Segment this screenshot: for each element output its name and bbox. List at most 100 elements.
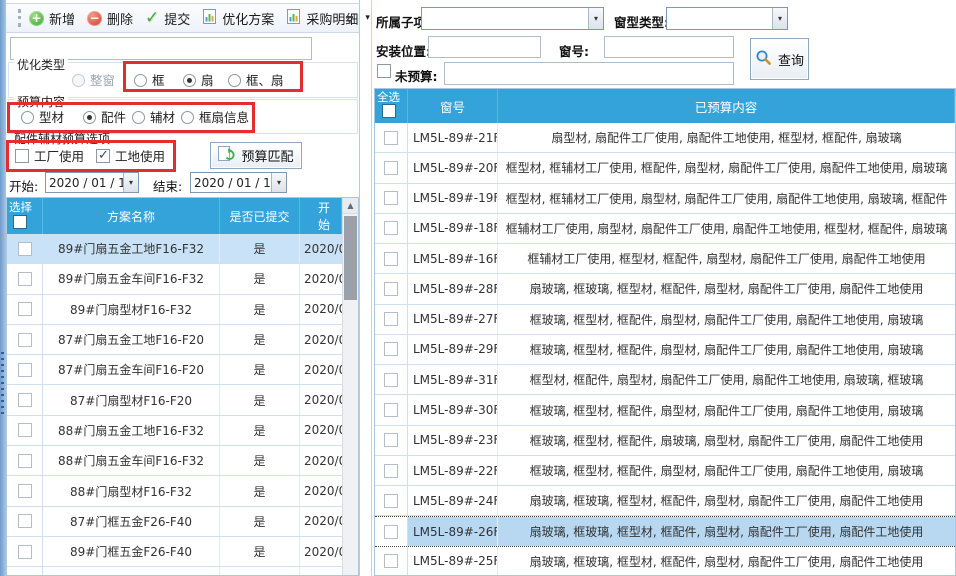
row-checkbox[interactable] (18, 393, 32, 407)
radio-sash[interactable] (183, 74, 196, 87)
row-checkbox[interactable] (384, 433, 398, 447)
budget-match-button[interactable]: 预算匹配 (210, 142, 302, 169)
row-checkbox[interactable] (18, 454, 32, 468)
row-checkbox[interactable] (384, 221, 398, 235)
plan-table-row[interactable]: 89#门框五金F26-F40是2020/0 (7, 537, 342, 567)
window-table-row[interactable]: LM5L-89#-27F25框玻璃, 框型材, 框配件, 扇型材, 扇配件工厂使… (375, 305, 955, 335)
row-checkbox[interactable] (384, 525, 398, 539)
no-budget-input[interactable] (444, 62, 734, 85)
optimize-plan-button[interactable]: 优化方案 (202, 9, 274, 28)
window-no-column-header[interactable]: 窗号 (408, 89, 498, 123)
row-checkbox[interactable] (384, 312, 398, 326)
sub-item-input[interactable] (422, 8, 588, 29)
radio-whole-window[interactable] (72, 74, 85, 87)
row-checkbox[interactable] (384, 494, 398, 508)
plan-table-row[interactable]: 88#门扇型材F16-F32是2020/0 (7, 476, 342, 506)
select-all-checkbox[interactable] (13, 215, 27, 229)
window-table-row[interactable]: LM5L-89#-30F28框玻璃, 框型材, 框配件, 扇型材, 扇配件工厂使… (375, 395, 955, 425)
row-checkbox[interactable] (18, 545, 32, 559)
plan-table-row[interactable]: 89#门扇五金工地F16-F32是2020/0 (7, 234, 342, 264)
row-checkbox[interactable] (384, 282, 398, 296)
radio-profile[interactable] (21, 111, 34, 124)
scrollbar-thumb[interactable] (344, 216, 357, 300)
window-table-row[interactable]: LM5L-89#-20F18框型材, 框辅材工厂使用, 框配件, 扇型材, 扇配… (375, 153, 955, 183)
window-table-row[interactable]: LM5L-89#-22F20框玻璃, 框型材, 框配件, 扇型材, 扇配件工厂使… (375, 456, 955, 486)
plan-table-row[interactable]: 87#门扇五金车间F16-F20是2020/0 (7, 355, 342, 385)
purchase-detail-button[interactable]: 采购明细 ▾ (286, 9, 370, 28)
window-table-row[interactable]: LM5L-89#-21F19扇型材, 扇配件工厂使用, 扇配件工地使用, 框型材… (375, 123, 955, 153)
chevron-down-icon[interactable]: ▾ (123, 173, 138, 192)
window-table-row[interactable]: LM5L-89#-24F22扇玻璃, 框玻璃, 框型材, 框配件, 扇型材, 扇… (375, 486, 955, 516)
scroll-up-icon[interactable]: ▲ (343, 198, 358, 214)
row-checkbox[interactable] (18, 302, 32, 316)
plan-table-row[interactable]: 88#门扇五金工地F16-F32是2020/0 (7, 416, 342, 446)
plan-table-row[interactable]: 88#门框五金F21-F40是2020/0 (7, 567, 342, 576)
site-use-checkbox[interactable] (96, 149, 110, 163)
window-table-row[interactable]: LM5L-89#-25F23扇玻璃, 框玻璃, 框型材, 框配件, 扇型材, 扇… (375, 547, 955, 576)
row-checkbox[interactable] (18, 272, 32, 286)
row-checkbox[interactable] (384, 191, 398, 205)
row-checkbox[interactable] (384, 161, 398, 175)
chevron-down-icon[interactable]: ▾ (772, 8, 787, 29)
row-checkbox[interactable] (18, 514, 32, 528)
window-table-row[interactable]: LM5L-89#-31F29框型材, 框配件, 扇型材, 扇配件工厂使用, 扇配… (375, 365, 955, 395)
plan-table-scrollbar[interactable]: ▲ (342, 198, 358, 575)
row-checkbox[interactable] (384, 373, 398, 387)
select-column-header: 选择 (7, 198, 43, 234)
start-date-picker[interactable]: 2020 / 01 / 1 ▾ (45, 172, 139, 193)
radio-accessory[interactable] (83, 111, 96, 124)
select-all-checkbox[interactable] (382, 104, 396, 118)
window-table-row[interactable]: LM5L-89#-29F27框玻璃, 框型材, 框配件, 扇型材, 扇配件工厂使… (375, 335, 955, 365)
radio-auxiliary[interactable] (132, 111, 145, 124)
row-select-cell (7, 325, 43, 354)
row-checkbox[interactable] (18, 484, 32, 498)
radio-frame-sash-info[interactable] (181, 111, 194, 124)
no-budget-checkbox[interactable] (377, 64, 391, 78)
toolbar-grip[interactable] (18, 9, 21, 27)
budgeted-content-column-header[interactable]: 已预算内容 (498, 89, 955, 123)
window-table-row[interactable]: LM5L-89#-19F17框型材, 框辅材工厂使用, 扇型材, 扇配件工厂使用… (375, 184, 955, 214)
window-table-row[interactable]: LM5L-89#-26F24扇玻璃, 框玻璃, 框型材, 框配件, 扇型材, 扇… (375, 516, 955, 546)
toolbar-overflow-button[interactable]: ▾ (343, 12, 356, 29)
chevron-down-icon[interactable]: ▾ (588, 8, 603, 29)
plan-table-row[interactable]: 88#门扇五金车间F16-F32是2020/0 (7, 446, 342, 476)
splitter-grip[interactable] (1, 352, 4, 414)
end-date-picker[interactable]: 2020 / 01 / 13 ▾ (190, 172, 287, 193)
submitted-column-header[interactable]: 是否已提交 (220, 198, 300, 234)
chevron-down-icon[interactable]: ▾ (271, 173, 286, 192)
row-checkbox[interactable] (384, 554, 398, 568)
query-button[interactable]: 查询 (750, 38, 809, 80)
chevron-down-icon[interactable]: ▾ (365, 13, 370, 23)
row-checkbox[interactable] (384, 464, 398, 478)
start-column-header[interactable]: 开始 (300, 198, 342, 234)
submit-button[interactable]: ✓ 提交 (145, 9, 190, 28)
radio-frame-sash[interactable] (228, 74, 241, 87)
row-checkbox[interactable] (18, 242, 32, 256)
add-button[interactable]: + 新增 (29, 9, 75, 28)
radio-frame[interactable] (134, 74, 147, 87)
delete-button[interactable]: − 删除 (87, 9, 133, 28)
window-table-row[interactable]: LM5L-89#-23F21框玻璃, 框型材, 框配件, 扇玻璃, 扇型材, 扇… (375, 426, 955, 456)
install-position-input[interactable] (428, 36, 541, 58)
row-checkbox[interactable] (384, 131, 398, 145)
plan-table-row[interactable]: 89#门扇型材F16-F32是2020/0 (7, 295, 342, 325)
window-type-input[interactable] (667, 8, 772, 29)
plan-name-column-header[interactable]: 方案名称 (43, 198, 220, 234)
plan-table-row[interactable]: 87#门扇型材F16-F20是2020/0 (7, 385, 342, 415)
window-type-combobox[interactable]: ▾ (666, 7, 788, 30)
window-table-row[interactable]: LM5L-89#-28F26扇玻璃, 框玻璃, 框型材, 框配件, 扇型材, 扇… (375, 274, 955, 304)
factory-use-checkbox[interactable] (15, 149, 29, 163)
row-checkbox[interactable] (384, 403, 398, 417)
row-checkbox[interactable] (18, 363, 32, 377)
plan-table-row[interactable]: 87#门扇五金工地F16-F20是2020/0 (7, 325, 342, 355)
window-no-input[interactable] (604, 36, 734, 58)
row-checkbox[interactable] (18, 423, 32, 437)
plan-table-row[interactable]: 89#门扇五金车间F16-F32是2020/0 (7, 264, 342, 294)
row-checkbox[interactable] (384, 252, 398, 266)
row-checkbox[interactable] (18, 333, 32, 347)
plan-table-row[interactable]: 87#门框五金F26-F40是2020/0 (7, 507, 342, 537)
window-table-row[interactable]: LM5L-89#-16F15框辅材工厂使用, 框型材, 框配件, 扇型材, 扇配… (375, 244, 955, 274)
window-table-row[interactable]: LM5L-89#-18F16框辅材工厂使用, 扇型材, 扇配件工厂使用, 扇配件… (375, 214, 955, 244)
row-checkbox[interactable] (384, 342, 398, 356)
sub-item-combobox[interactable]: ▾ (421, 7, 604, 30)
